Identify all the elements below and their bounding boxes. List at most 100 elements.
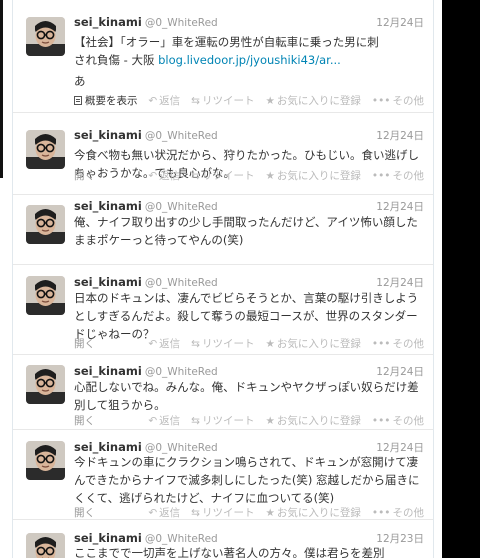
tweet-text: 心配しないでね。みんな。俺、ドキュンやヤクザっぽい奴らだけ差別して狙うから。 — [74, 380, 419, 412]
tweet-date[interactable]: 12月24日 — [376, 15, 424, 30]
star-icon: ★ — [265, 95, 275, 107]
avatar[interactable] — [26, 441, 65, 480]
tweet-text-line: され負傷 - 大阪 — [74, 53, 159, 67]
star-icon: ★ — [265, 338, 275, 350]
tweet-date[interactable]: 12月24日 — [376, 199, 424, 214]
retweet-label: リツイート — [201, 170, 255, 182]
favorite-button[interactable]: ★ お気に入りに登録 — [265, 95, 360, 107]
user-name[interactable]: sei_kinami — [74, 531, 142, 545]
retweet-label: リツイート — [201, 507, 255, 519]
reply-label: 返信 — [159, 507, 181, 519]
retweet-icon: ⇆ — [191, 95, 200, 107]
left-edge-tab — [0, 0, 3, 178]
retweet-button[interactable]: ⇆ リツイート — [191, 507, 254, 519]
expand-link[interactable]: 開く — [74, 505, 95, 520]
reply-arrow-icon: ↶ — [148, 507, 158, 519]
tweet-item[interactable]: sei_kinami @0_WhiteRed 12月24日 心配しないでね。みんな… — [13, 355, 433, 430]
tweet-header: sei_kinami @0_WhiteRed 12月24日 — [74, 15, 424, 31]
show-summary-label: 概要を表示 — [85, 95, 138, 107]
tweet-item[interactable]: sei_kinami @0_WhiteRed 12月24日 今ドキュンの車にクラク… — [13, 430, 433, 520]
retweet-label: リツイート — [201, 338, 255, 350]
tweet-text-line: 【社会】「オラー」車を運転の男性が自転車に乗った男に刺 — [74, 35, 379, 49]
favorite-label: お気に入りに登録 — [276, 170, 361, 182]
reply-label: 返信 — [159, 95, 181, 107]
reply-button[interactable]: ↶ 返信 — [148, 338, 180, 350]
tweet-actions: 開く ↶ 返信 ⇆ リツイート ★ お気に入りに登録 ••• その他 — [74, 168, 424, 184]
right-dark-panel — [442, 0, 480, 558]
user-name[interactable]: sei_kinami — [74, 275, 142, 289]
expand-link[interactable]: 開く — [74, 168, 95, 183]
dots-icon: ••• — [371, 95, 391, 107]
favorite-button[interactable]: ★ お気に入りに登録 — [265, 415, 360, 427]
user-name[interactable]: sei_kinami — [74, 199, 142, 213]
tweet-extra-line: あ — [74, 74, 86, 88]
favorite-label: お気に入りに登録 — [276, 507, 361, 519]
expand-link[interactable]: 開く — [74, 413, 95, 428]
reply-arrow-icon: ↶ — [148, 95, 158, 107]
tweet-link[interactable]: blog.livedoor.jp/jyoushiki43/ar... — [158, 53, 341, 67]
expand-link[interactable]: 開く — [74, 336, 95, 351]
reply-arrow-icon: ↶ — [148, 338, 158, 350]
reply-button[interactable]: ↶ 返信 — [148, 170, 180, 182]
tweet-actions: 開く ↶ 返信 ⇆ リツイート ★ お気に入りに登録 ••• その他 — [74, 413, 424, 429]
tweet-item[interactable]: sei_kinami @0_WhiteRed 12月24日 日本のドキュンは、凄ん… — [13, 265, 433, 355]
more-label: その他 — [392, 507, 425, 519]
screen-name[interactable]: @0_WhiteRed — [145, 130, 218, 142]
tweet-text: 俺、ナイフ取り出すの少し手間取ったんだけど、アイツ怖い顔したままポケーっと待って… — [74, 215, 418, 247]
retweet-icon: ⇆ — [191, 507, 200, 519]
reply-label: 返信 — [159, 415, 181, 427]
retweet-icon: ⇆ — [191, 170, 200, 182]
show-summary-link[interactable]: 概要を表示 — [74, 93, 138, 108]
user-name[interactable]: sei_kinami — [74, 440, 142, 454]
retweet-icon: ⇆ — [191, 338, 200, 350]
screen-name[interactable]: @0_WhiteRed — [145, 366, 218, 378]
user-name[interactable]: sei_kinami — [74, 15, 142, 29]
more-button[interactable]: ••• その他 — [372, 415, 424, 427]
retweet-label: リツイート — [201, 415, 255, 427]
tweet-date[interactable]: 12月24日 — [376, 128, 424, 143]
retweet-button[interactable]: ⇆ リツイート — [191, 170, 254, 182]
user-name[interactable]: sei_kinami — [74, 128, 142, 142]
more-button[interactable]: ••• その他 — [372, 95, 424, 107]
user-name[interactable]: sei_kinami — [74, 364, 142, 378]
tweet-date[interactable]: 12月24日 — [376, 275, 424, 290]
more-label: その他 — [392, 95, 425, 107]
tweet-item[interactable]: sei_kinami @0_WhiteRed 12月24日 今食べ物も無い状況だか… — [13, 113, 433, 195]
document-icon — [74, 96, 82, 105]
avatar[interactable] — [26, 17, 65, 56]
avatar[interactable] — [26, 276, 65, 315]
more-label: その他 — [392, 338, 425, 350]
favorite-label: お気に入りに登録 — [276, 415, 361, 427]
tweet-item[interactable]: sei_kinami @0_WhiteRed 12月24日 俺、ナイフ取り出すの少… — [13, 195, 433, 265]
tweet-item[interactable]: sei_kinami @0_WhiteRed 12月24日 【社会】「オラー」車を… — [13, 0, 433, 113]
reply-label: 返信 — [159, 170, 181, 182]
more-button[interactable]: ••• その他 — [372, 170, 424, 182]
tweet-item[interactable]: sei_kinami @0_WhiteRed 12月23日 ここまでで一切声を上げ… — [13, 520, 433, 558]
reply-button[interactable]: ↶ 返信 — [148, 95, 180, 107]
screen-name[interactable]: @0_WhiteRed — [145, 17, 218, 29]
screen-name[interactable]: @0_WhiteRed — [145, 277, 218, 289]
retweet-button[interactable]: ⇆ リツイート — [191, 338, 254, 350]
more-button[interactable]: ••• その他 — [372, 338, 424, 350]
avatar[interactable] — [26, 130, 65, 169]
retweet-label: リツイート — [201, 95, 255, 107]
avatar[interactable] — [26, 533, 65, 558]
retweet-button[interactable]: ⇆ リツイート — [191, 95, 254, 107]
tweet-text: ここまでで一切声を上げない著名人の方々。僕は君らを差別 — [74, 546, 385, 558]
more-label: その他 — [392, 170, 425, 182]
retweet-button[interactable]: ⇆ リツイート — [191, 415, 254, 427]
screen-name[interactable]: @0_WhiteRed — [145, 201, 218, 213]
avatar[interactable] — [26, 365, 65, 404]
favorite-button[interactable]: ★ お気に入りに登録 — [265, 507, 360, 519]
favorite-label: お気に入りに登録 — [276, 338, 361, 350]
tweet-date[interactable]: 12月24日 — [376, 364, 424, 379]
avatar[interactable] — [26, 205, 65, 244]
more-button[interactable]: ••• その他 — [372, 507, 424, 519]
favorite-button[interactable]: ★ お気に入りに登録 — [265, 170, 360, 182]
favorite-button[interactable]: ★ お気に入りに登録 — [265, 338, 360, 350]
dots-icon: ••• — [371, 170, 391, 182]
reply-arrow-icon: ↶ — [148, 415, 158, 427]
reply-button[interactable]: ↶ 返信 — [148, 415, 180, 427]
tweet-text: 日本のドキュンは、凄んでビビらそうとか、言葉の駆け引きしようとしすぎるんだよ。殺… — [74, 291, 419, 341]
reply-button[interactable]: ↶ 返信 — [148, 507, 180, 519]
